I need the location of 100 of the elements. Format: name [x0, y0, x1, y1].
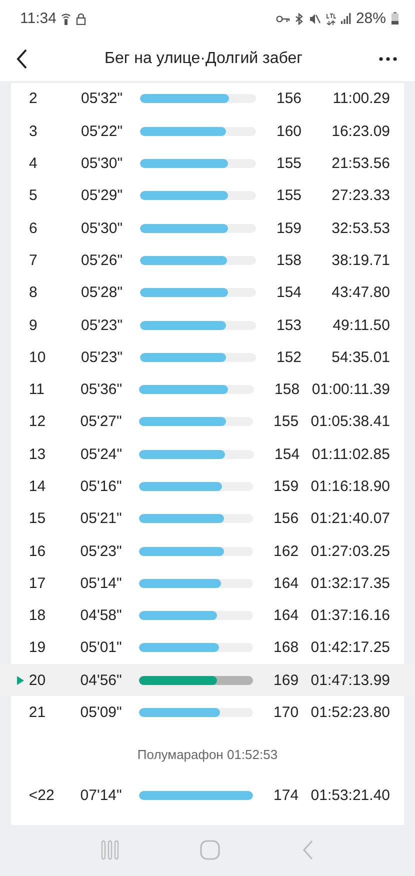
heart-rate: 169: [272, 672, 300, 689]
lap-row[interactable]: 5 05'29" 155 27:23.33: [0, 180, 415, 212]
lap-pace: 04'58": [80, 607, 123, 624]
lap-row[interactable]: 4 05'30" 155 21:53.56: [0, 147, 415, 180]
lap-number: 3: [29, 122, 38, 140]
lap-time: 49:11.50: [332, 316, 391, 334]
lap-number: 5: [29, 187, 38, 204]
lap-number: 2: [29, 90, 38, 108]
key-icon: [276, 14, 290, 23]
more-icon: [379, 57, 397, 62]
lap-time: 32:53.53: [330, 220, 391, 237]
lap-pace: 05'21": [80, 510, 123, 528]
home-icon[interactable]: [200, 840, 220, 860]
lap-number: 18: [28, 607, 47, 624]
lap-time: 01:05:38.41: [310, 413, 392, 430]
heart-rate: 164: [272, 574, 300, 592]
lap-row[interactable]: 10 05'23" 152 54:35.01: [0, 341, 415, 374]
lap-row[interactable]: 15 05'21" 156 01:21:40.07: [0, 502, 415, 535]
recent-apps-icon[interactable]: [100, 840, 119, 860]
lap-pace: 07'14": [80, 787, 123, 804]
lap-time: 27:23.33: [330, 187, 391, 204]
battery-icon: [391, 12, 399, 26]
heart-rate: 168: [272, 639, 300, 656]
lap-pace: 05'22": [81, 122, 124, 140]
status-time: 11:34: [20, 10, 56, 28]
lap-number: 17: [28, 574, 47, 592]
lap-number: 9: [29, 316, 38, 334]
heart-rate: 156: [272, 510, 300, 528]
lap-time: 16:23.09: [330, 122, 391, 140]
lap-row[interactable]: 6 05'30" 159 32:53.53: [0, 212, 415, 244]
lap-number: 14: [28, 478, 47, 495]
lap-number: 13: [28, 446, 47, 463]
lap-pace: 05'09": [80, 704, 123, 722]
heart-rate: 155: [275, 187, 303, 204]
heart-rate: 164: [272, 607, 300, 624]
lap-pace: 05'32": [81, 90, 124, 108]
lap-number: 10: [29, 348, 47, 366]
lap-number: 16: [28, 542, 47, 560]
lap-row[interactable]: <22 07'14" 174 01:53:21.40: [0, 780, 415, 812]
signal-icon: [340, 13, 351, 24]
lte-icon: [326, 12, 336, 25]
lap-row[interactable]: 17 05'14" 164 01:32:17.35: [0, 567, 415, 600]
lap-row[interactable]: 21 05'09" 170 01:52:23.80: [0, 696, 415, 729]
lap-number: 4: [29, 155, 38, 172]
lap-pace: 04'56": [80, 672, 123, 689]
lap-number: 11: [28, 381, 46, 398]
lap-row[interactable]: 7 05'26" 158 38:19.71: [0, 244, 415, 277]
heart-rate: 160: [275, 122, 303, 140]
lap-row[interactable]: 9 05'23" 153 49:11.50: [0, 308, 415, 342]
back-nav-icon[interactable]: [302, 840, 314, 860]
lap-time: 01:11:02.85: [312, 446, 391, 463]
lap-pace: 05'27": [80, 413, 123, 430]
screen-title: Бег на улице·Долгий забег: [104, 50, 304, 68]
lap-time: 01:21:40.07: [310, 510, 392, 528]
lap-time: 54:35.01: [330, 348, 391, 366]
lap-pace: 05'16": [80, 478, 123, 495]
heart-rate: 153: [275, 316, 303, 334]
lap-number: 6: [29, 220, 38, 237]
play-marker-icon: [17, 676, 24, 685]
bluetooth-icon: [294, 12, 304, 25]
lap-pace: 05'23": [81, 316, 124, 334]
lap-row[interactable]: 8 05'28" 154 43:47.80: [0, 276, 415, 309]
heart-rate: 162: [272, 542, 300, 560]
lap-row[interactable]: 19 05'01" 168 01:42:17.25: [0, 632, 415, 664]
heart-rate: 155: [272, 413, 300, 430]
lap-row[interactable]: 12 05'27" 155 01:05:38.41: [0, 406, 415, 438]
lap-pace: 05'29": [81, 187, 124, 204]
heart-rate: 154: [274, 446, 301, 463]
lap-row[interactable]: 14 05'16" 159 01:16:18.90: [0, 470, 415, 503]
lap-time: 01:27:03.25: [310, 542, 392, 560]
lap-pace: 05'30": [81, 155, 124, 172]
lap-pace: 05'23": [81, 348, 124, 366]
lap-number: 12: [28, 413, 47, 430]
heart-rate: 170: [272, 704, 300, 722]
heart-rate: 158: [274, 381, 301, 398]
lap-time: 43:47.80: [330, 284, 391, 302]
lap-number: 15: [28, 510, 47, 528]
lap-row[interactable]: 3 05'22" 160 16:23.09: [0, 115, 415, 148]
lap-time: 38:19.71: [330, 252, 391, 269]
lap-number: 20: [28, 672, 47, 689]
heart-rate: 156: [275, 90, 303, 108]
milestone-text: Полумарафон 01:52:53: [137, 746, 278, 762]
lap-row[interactable]: 13 05'24" 154 01:11:02.85: [0, 438, 415, 470]
mute-icon: [308, 12, 321, 25]
lap-number: 8: [29, 284, 38, 302]
hotspot-icon: [61, 12, 72, 25]
lap-time: 01:16:18.90: [310, 478, 392, 495]
lap-time: 01:52:23.80: [310, 704, 392, 722]
lap-number: 21: [28, 704, 47, 722]
lap-row[interactable]: 2 05'32" 156 11:00.29: [0, 82, 415, 116]
lap-row[interactable]: 16 05'23" 162 01:27:03.25: [0, 534, 415, 568]
lap-time: 01:53:21.40: [310, 787, 392, 804]
lap-row[interactable]: 18 04'58" 164 01:37:16.16: [0, 600, 415, 632]
lock-icon: [76, 12, 86, 25]
back-icon: [16, 49, 28, 70]
lap-time: 01:42:17.25: [310, 639, 392, 656]
lap-pace: 05'14": [80, 574, 123, 592]
lap-row[interactable]: 11 05'36" 158 01:00:11.39: [0, 373, 415, 406]
heart-rate: 174: [272, 787, 300, 804]
lap-time: 01:00:11.39: [312, 381, 391, 398]
